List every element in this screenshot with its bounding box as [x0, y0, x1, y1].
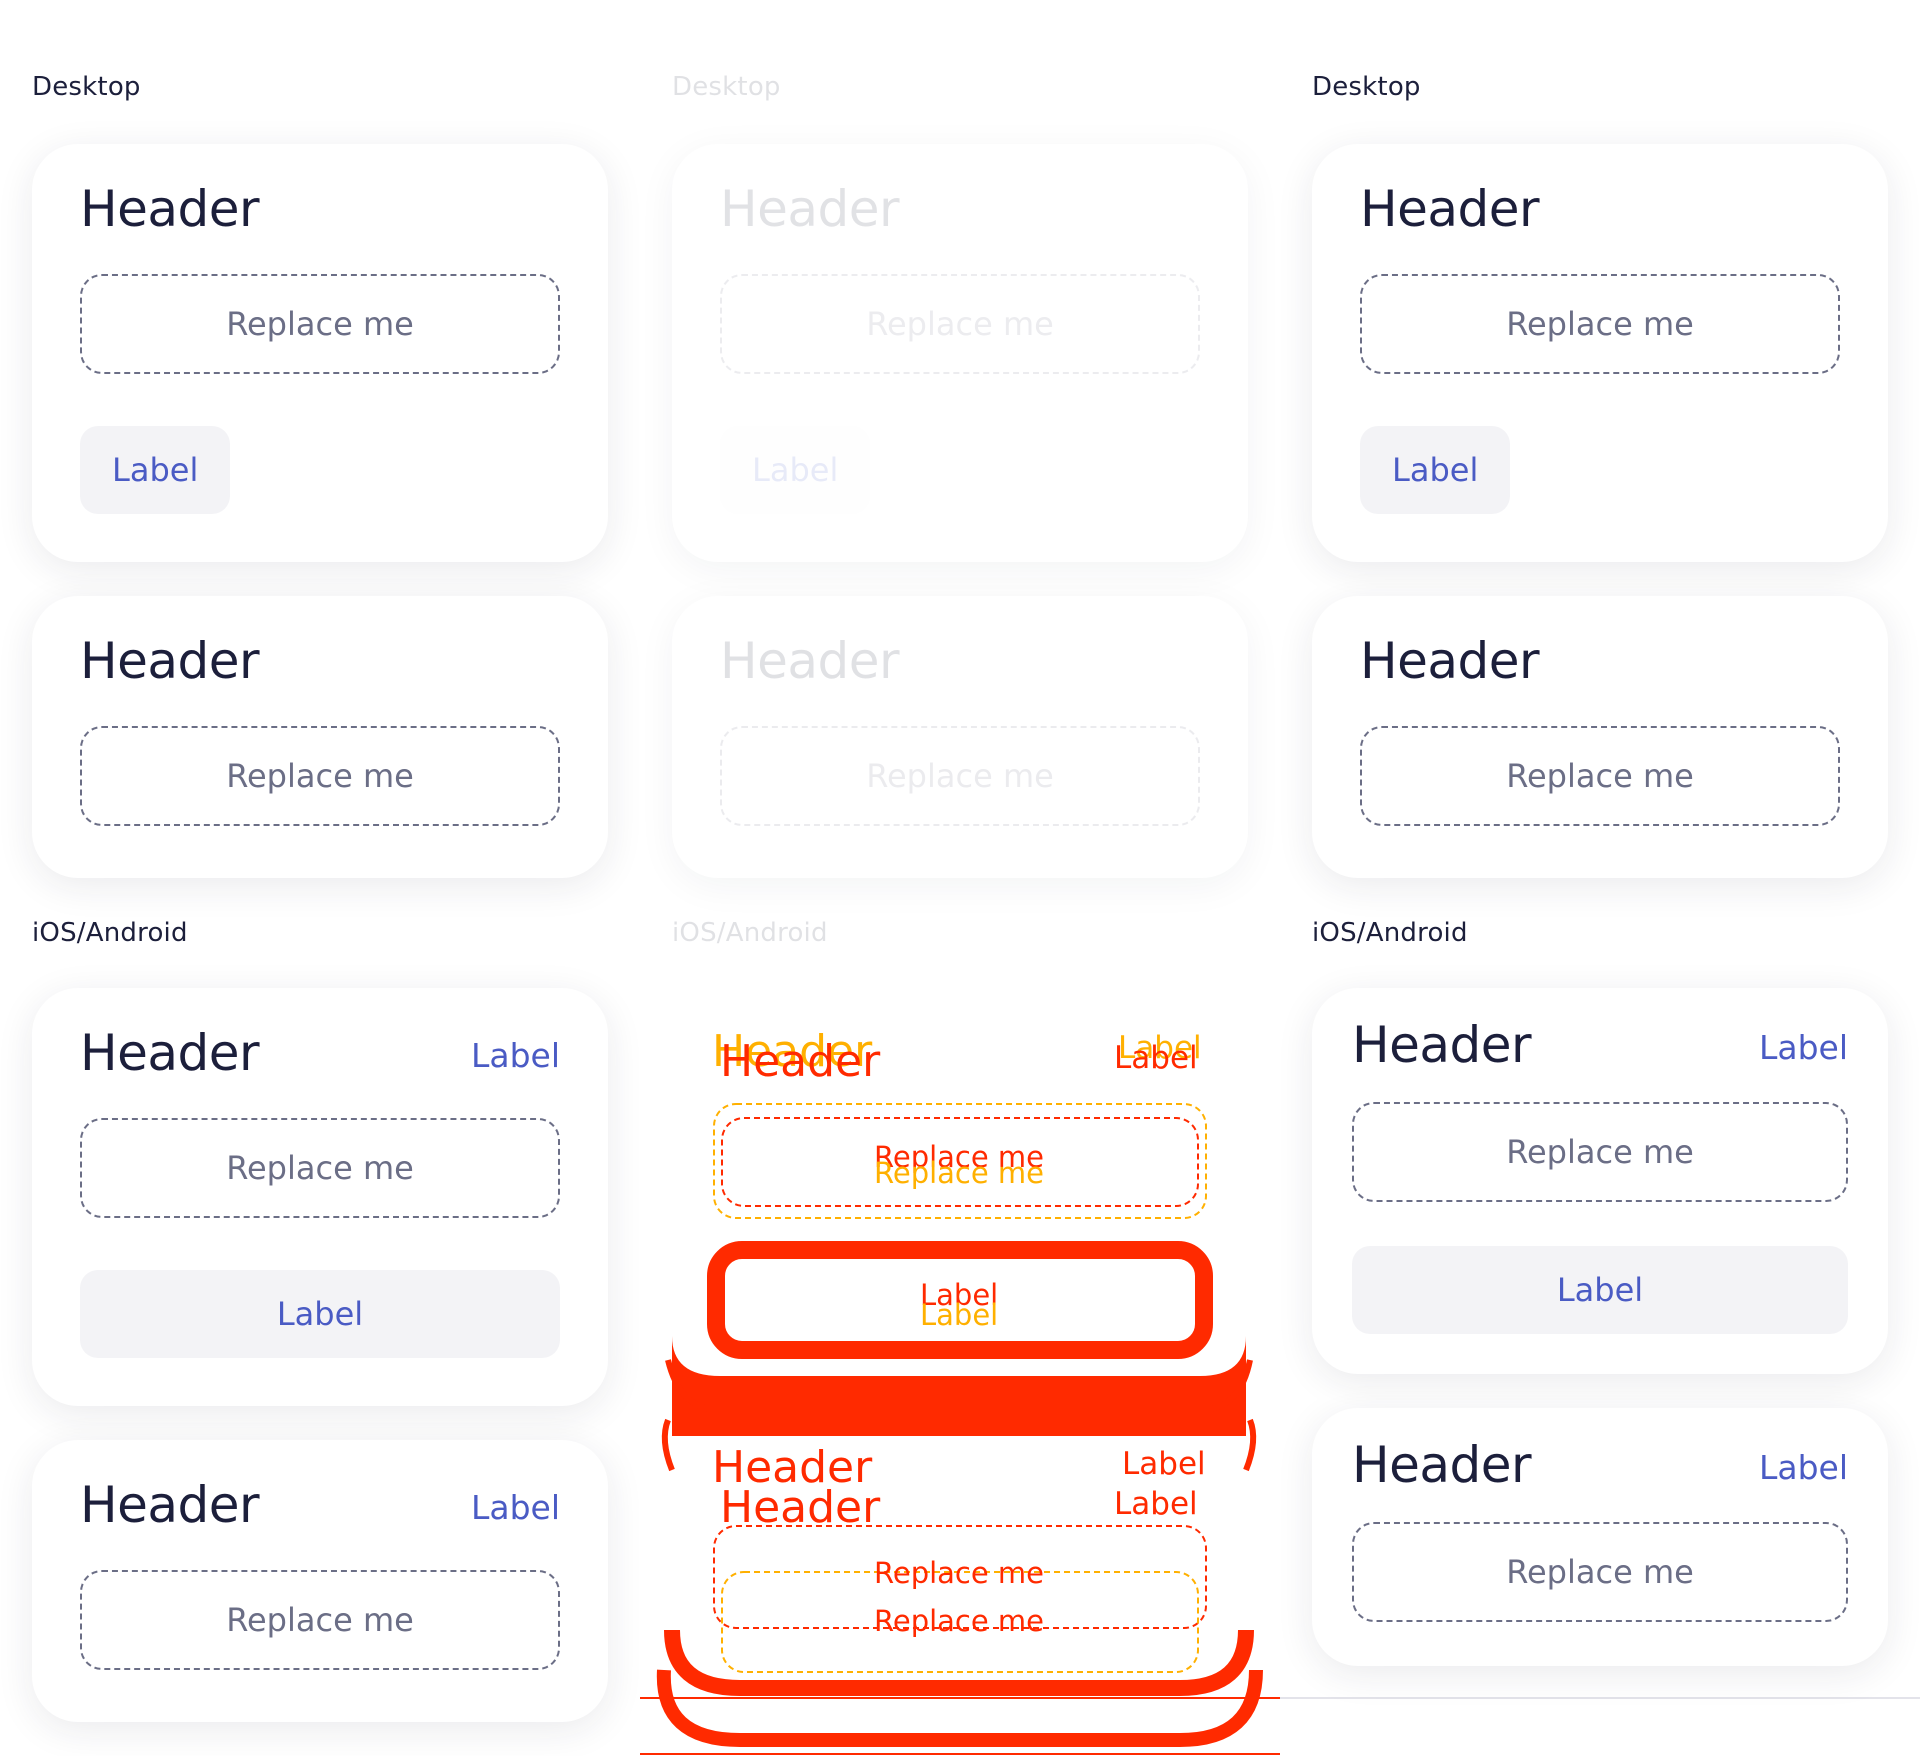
- card-desktop-with-action: Header Replace me Label: [1312, 144, 1888, 562]
- card-header: Header: [1360, 180, 1540, 238]
- label-button[interactable]: Label: [1352, 1246, 1848, 1334]
- diff-button-text-b: Label: [920, 1298, 999, 1332]
- header-label-link[interactable]: Label: [1759, 1028, 1848, 1067]
- diff-label-b: Label: [1114, 1040, 1198, 1076]
- diff-card2-bottom-a: [664, 1629, 1254, 1696]
- diff-swoop-2: [661, 1418, 675, 1472]
- card-header: Header: [1352, 1016, 1532, 1074]
- replace-me-slot[interactable]: Replace me: [1352, 1102, 1848, 1202]
- section-label-mobile: iOS/Android: [1312, 918, 1468, 948]
- replace-me-slot[interactable]: Replace me: [1360, 726, 1840, 826]
- card-header: Header: [1352, 1436, 1532, 1494]
- diff-slot-text-d: Replace me: [874, 1604, 1045, 1638]
- card-mobile-with-action: Header Label Replace me Label: [1312, 988, 1888, 1374]
- replace-me-slot[interactable]: Replace me: [1360, 274, 1840, 374]
- replace-me-slot[interactable]: Replace me: [1352, 1522, 1848, 1622]
- diff-header-b: Header: [720, 1036, 881, 1087]
- label-button[interactable]: Label: [1360, 426, 1511, 514]
- card-header: Header: [1360, 632, 1540, 690]
- diff-label-c: Label: [1122, 1446, 1206, 1482]
- diff-header-d: Header: [720, 1482, 881, 1533]
- diff-slot-text-b: Replace me: [874, 1156, 1045, 1190]
- diff-slot-text-c: Replace me: [874, 1556, 1045, 1590]
- diff-label-d: Label: [1114, 1486, 1198, 1522]
- diff-swoop-3: [1243, 1418, 1257, 1472]
- header-label-link[interactable]: Label: [1759, 1448, 1848, 1487]
- card-desktop-plain: Header Replace me: [1312, 596, 1888, 878]
- section-label-desktop: Desktop: [1312, 72, 1421, 102]
- card-mobile-plain: Header Label Replace me: [1312, 1408, 1888, 1666]
